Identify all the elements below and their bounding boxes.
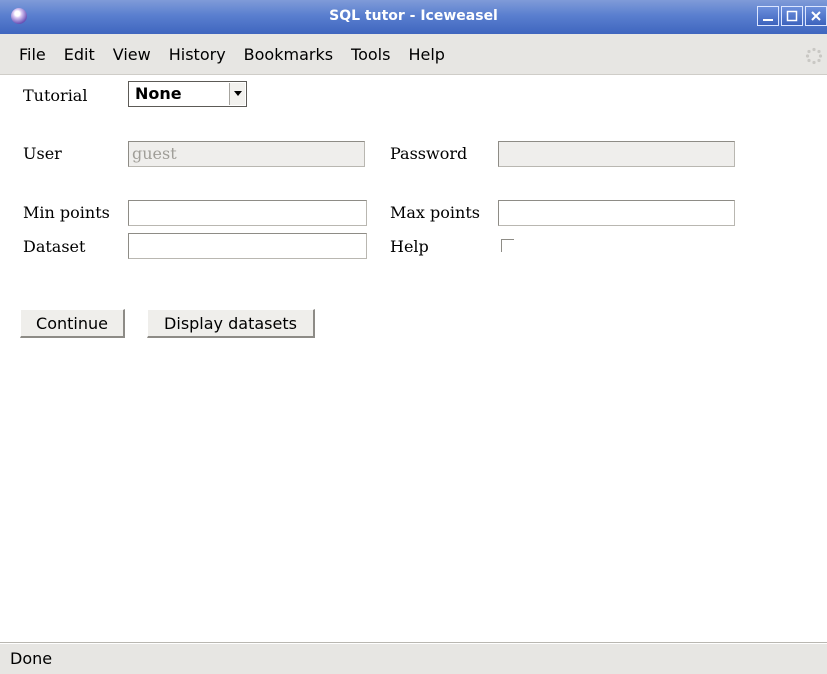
maximize-button[interactable] xyxy=(781,6,803,26)
minimize-button[interactable] xyxy=(757,6,779,26)
help-label: Help xyxy=(390,237,429,256)
minimize-icon xyxy=(763,19,773,21)
window-title: SQL tutor - Iceweasel xyxy=(329,8,498,24)
tutorial-selected-value: None xyxy=(135,84,182,103)
display-datasets-button[interactable]: Display datasets xyxy=(147,309,315,338)
tutorial-select[interactable]: None xyxy=(128,81,247,107)
close-icon xyxy=(811,11,821,21)
password-field xyxy=(498,141,735,167)
page-content: Tutorial None User guest Password Min po… xyxy=(0,75,827,642)
window-controls xyxy=(755,6,827,26)
throbber-icon xyxy=(805,47,823,65)
maximize-icon xyxy=(786,10,798,22)
menu-tools[interactable]: Tools xyxy=(342,45,399,64)
status-bar: Done xyxy=(0,642,827,674)
menu-file[interactable]: File xyxy=(10,45,55,64)
status-separator xyxy=(0,643,827,644)
continue-button[interactable]: Continue xyxy=(20,309,125,338)
user-label: User xyxy=(23,144,62,163)
menu-bookmarks[interactable]: Bookmarks xyxy=(235,45,342,64)
min-points-field[interactable] xyxy=(128,200,367,226)
help-checkbox[interactable] xyxy=(501,239,514,252)
min-points-label: Min points xyxy=(23,203,110,222)
title-bar: SQL tutor - Iceweasel xyxy=(0,0,827,34)
dataset-field[interactable] xyxy=(128,233,367,259)
menu-edit[interactable]: Edit xyxy=(55,45,104,64)
max-points-field[interactable] xyxy=(498,200,735,226)
user-field: guest xyxy=(128,141,365,167)
tutorial-label: Tutorial xyxy=(23,86,88,105)
dropdown-arrow-icon[interactable] xyxy=(229,83,245,105)
menu-help[interactable]: Help xyxy=(399,45,453,64)
dataset-label: Dataset xyxy=(23,237,86,256)
menu-history[interactable]: History xyxy=(160,45,235,64)
close-button[interactable] xyxy=(805,6,827,26)
max-points-label: Max points xyxy=(390,203,480,222)
menu-view[interactable]: View xyxy=(104,45,160,64)
menu-bar: File Edit View History Bookmarks Tools H… xyxy=(0,34,827,75)
password-label: Password xyxy=(390,144,468,163)
status-text: Done xyxy=(10,649,53,668)
